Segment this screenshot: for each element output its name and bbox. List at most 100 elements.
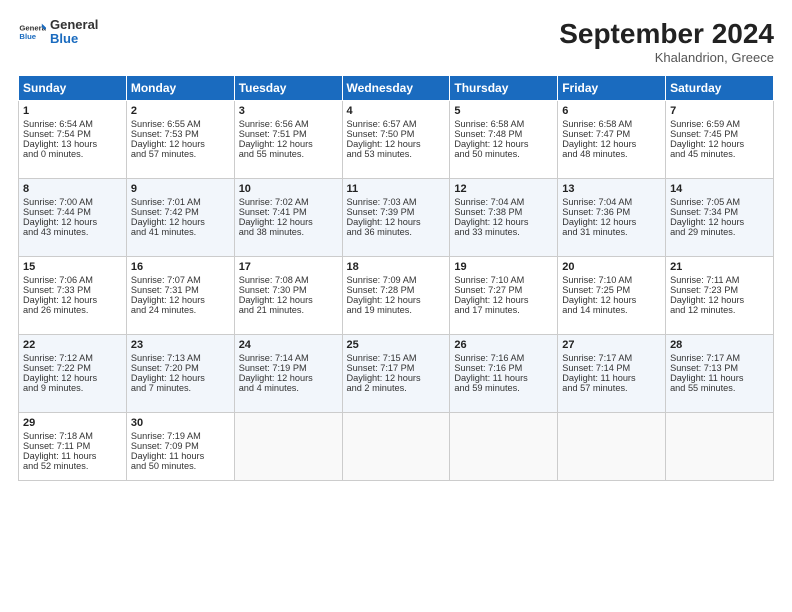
calendar-cell: 30Sunrise: 7:19 AMSunset: 7:09 PMDayligh… (126, 413, 234, 481)
day-info: and 52 minutes. (23, 461, 122, 471)
calendar-cell: 8Sunrise: 7:00 AMSunset: 7:44 PMDaylight… (19, 179, 127, 257)
logo-icon: General Blue (18, 18, 46, 46)
day-info: Sunset: 7:41 PM (239, 207, 338, 217)
calendar-cell: 10Sunrise: 7:02 AMSunset: 7:41 PMDayligh… (234, 179, 342, 257)
day-info: Daylight: 12 hours (23, 217, 122, 227)
day-info: Sunrise: 7:08 AM (239, 275, 338, 285)
day-number: 29 (23, 417, 122, 429)
day-number: 12 (454, 183, 553, 195)
day-info: Sunrise: 7:05 AM (670, 197, 769, 207)
day-info: Sunset: 7:31 PM (131, 285, 230, 295)
day-info: Sunrise: 6:56 AM (239, 119, 338, 129)
calendar-cell: 12Sunrise: 7:04 AMSunset: 7:38 PMDayligh… (450, 179, 558, 257)
day-info: and 17 minutes. (454, 305, 553, 315)
day-info: Daylight: 12 hours (131, 373, 230, 383)
day-number: 26 (454, 339, 553, 351)
day-info: Sunset: 7:54 PM (23, 129, 122, 139)
calendar-cell: 16Sunrise: 7:07 AMSunset: 7:31 PMDayligh… (126, 257, 234, 335)
day-info: and 2 minutes. (347, 383, 446, 393)
day-info: Sunset: 7:19 PM (239, 363, 338, 373)
day-info: Sunrise: 7:03 AM (347, 197, 446, 207)
day-info: and 21 minutes. (239, 305, 338, 315)
logo-general: General (50, 18, 98, 32)
weekday-header-friday: Friday (558, 76, 666, 101)
day-info: and 24 minutes. (131, 305, 230, 315)
day-info: Sunrise: 6:58 AM (454, 119, 553, 129)
calendar-cell: 21Sunrise: 7:11 AMSunset: 7:23 PMDayligh… (666, 257, 774, 335)
day-info: Daylight: 12 hours (454, 217, 553, 227)
calendar-cell: 5Sunrise: 6:58 AMSunset: 7:48 PMDaylight… (450, 101, 558, 179)
weekday-header-saturday: Saturday (666, 76, 774, 101)
day-info: Daylight: 12 hours (670, 139, 769, 149)
day-info: Sunrise: 7:06 AM (23, 275, 122, 285)
day-number: 11 (347, 183, 446, 195)
day-info: Sunset: 7:51 PM (239, 129, 338, 139)
day-info: Sunrise: 6:58 AM (562, 119, 661, 129)
day-number: 2 (131, 105, 230, 117)
calendar-cell: 15Sunrise: 7:06 AMSunset: 7:33 PMDayligh… (19, 257, 127, 335)
logo-blue: Blue (50, 32, 98, 46)
day-info: Sunset: 7:34 PM (670, 207, 769, 217)
day-info: Daylight: 12 hours (347, 139, 446, 149)
day-info: Daylight: 11 hours (454, 373, 553, 383)
day-info: Daylight: 12 hours (562, 139, 661, 149)
day-info: and 26 minutes. (23, 305, 122, 315)
calendar-cell: 11Sunrise: 7:03 AMSunset: 7:39 PMDayligh… (342, 179, 450, 257)
day-info: Sunrise: 7:17 AM (670, 353, 769, 363)
header: General Blue General Blue September 2024… (18, 18, 774, 65)
day-info: Daylight: 12 hours (562, 217, 661, 227)
day-info: Sunset: 7:36 PM (562, 207, 661, 217)
day-info: Sunset: 7:30 PM (239, 285, 338, 295)
day-number: 17 (239, 261, 338, 273)
day-info: Sunrise: 7:11 AM (670, 275, 769, 285)
calendar-cell: 7Sunrise: 6:59 AMSunset: 7:45 PMDaylight… (666, 101, 774, 179)
day-info: Sunset: 7:25 PM (562, 285, 661, 295)
day-number: 27 (562, 339, 661, 351)
calendar-row-2: 15Sunrise: 7:06 AMSunset: 7:33 PMDayligh… (19, 257, 774, 335)
day-info: Daylight: 12 hours (239, 295, 338, 305)
logo-text: General Blue (50, 18, 98, 47)
calendar-row-1: 8Sunrise: 7:00 AMSunset: 7:44 PMDaylight… (19, 179, 774, 257)
calendar-cell (342, 413, 450, 481)
day-info: Daylight: 11 hours (562, 373, 661, 383)
day-info: and 59 minutes. (454, 383, 553, 393)
day-number: 16 (131, 261, 230, 273)
calendar-row-4: 29Sunrise: 7:18 AMSunset: 7:11 PMDayligh… (19, 413, 774, 481)
day-info: Sunset: 7:42 PM (131, 207, 230, 217)
svg-text:Blue: Blue (19, 32, 36, 41)
day-info: Daylight: 12 hours (562, 295, 661, 305)
day-info: Sunset: 7:38 PM (454, 207, 553, 217)
day-info: Daylight: 12 hours (131, 295, 230, 305)
day-info: Sunrise: 6:54 AM (23, 119, 122, 129)
day-info: and 48 minutes. (562, 149, 661, 159)
day-info: Sunrise: 7:10 AM (562, 275, 661, 285)
day-info: and 4 minutes. (239, 383, 338, 393)
day-info: Daylight: 11 hours (670, 373, 769, 383)
day-info: and 55 minutes. (670, 383, 769, 393)
day-info: and 43 minutes. (23, 227, 122, 237)
day-info: Sunset: 7:48 PM (454, 129, 553, 139)
day-info: and 45 minutes. (670, 149, 769, 159)
day-info: Daylight: 11 hours (131, 451, 230, 461)
day-info: Daylight: 11 hours (23, 451, 122, 461)
weekday-header-row: SundayMondayTuesdayWednesdayThursdayFrid… (19, 76, 774, 101)
day-info: Sunset: 7:14 PM (562, 363, 661, 373)
calendar-cell (234, 413, 342, 481)
calendar-row-3: 22Sunrise: 7:12 AMSunset: 7:22 PMDayligh… (19, 335, 774, 413)
page: General Blue General Blue September 2024… (0, 0, 792, 612)
day-info: Sunrise: 6:57 AM (347, 119, 446, 129)
day-info: Sunset: 7:23 PM (670, 285, 769, 295)
calendar-cell (450, 413, 558, 481)
day-info: Sunrise: 7:19 AM (131, 431, 230, 441)
day-info: and 57 minutes. (562, 383, 661, 393)
day-info: Sunset: 7:39 PM (347, 207, 446, 217)
day-info: and 50 minutes. (454, 149, 553, 159)
day-info: Sunset: 7:33 PM (23, 285, 122, 295)
day-info: and 36 minutes. (347, 227, 446, 237)
day-info: Sunrise: 7:02 AM (239, 197, 338, 207)
day-info: Sunset: 7:53 PM (131, 129, 230, 139)
calendar-cell (558, 413, 666, 481)
calendar-cell: 23Sunrise: 7:13 AMSunset: 7:20 PMDayligh… (126, 335, 234, 413)
day-info: Sunrise: 7:09 AM (347, 275, 446, 285)
day-info: and 38 minutes. (239, 227, 338, 237)
